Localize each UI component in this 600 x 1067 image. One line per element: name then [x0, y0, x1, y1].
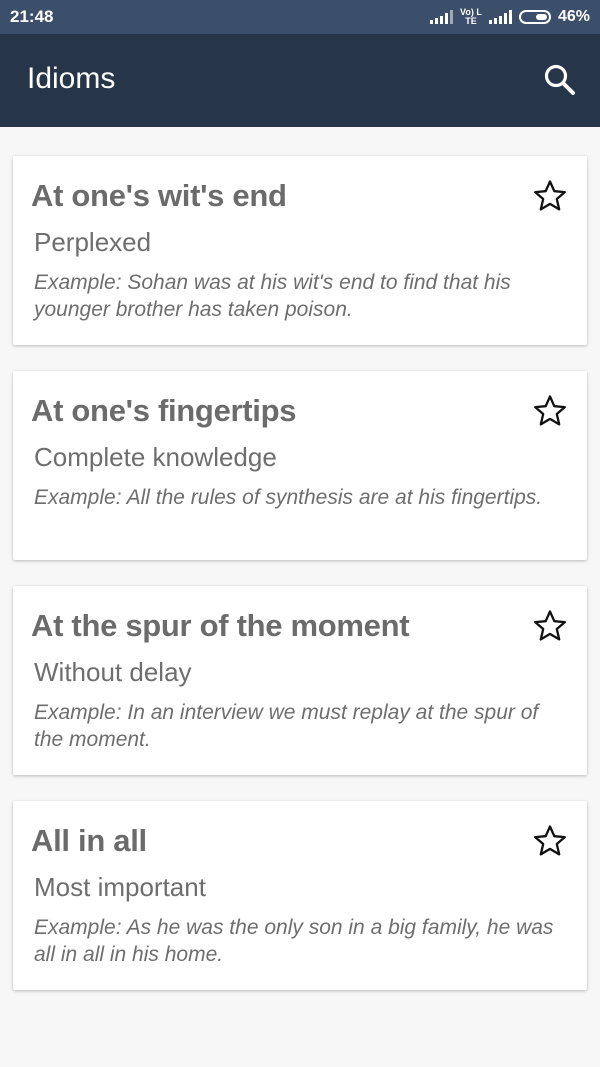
idiom-example: Example: All the rules of synthesis are …	[34, 486, 543, 509]
idiom-phrase: At one's fingertips	[31, 393, 297, 428]
idiom-example: Example: As he was the only son in a big…	[34, 916, 554, 966]
idiom-example: Example: In an interview we must replay …	[34, 701, 539, 751]
favorite-star-icon[interactable]	[533, 609, 567, 643]
idiom-phrase: All in all	[31, 823, 147, 858]
page-title: Idioms	[27, 62, 116, 95]
volte-label: Vo) LTE	[460, 8, 482, 26]
idiom-phrase: At one's wit's end	[31, 178, 287, 213]
idiom-card[interactable]: All in all Most important Example: As he…	[13, 801, 587, 990]
battery-percent: 46%	[557, 8, 590, 25]
status-time: 21:48	[10, 7, 54, 26]
idiom-card[interactable]: At one's wit's end Perplexed Example: So…	[13, 156, 587, 345]
idiom-list: At one's wit's end Perplexed Example: So…	[13, 156, 587, 1016]
idiom-phrase: At the spur of the moment	[31, 608, 410, 643]
signal-icon-2	[488, 10, 512, 24]
idiom-meaning: Most important	[34, 872, 206, 902]
idiom-meaning: Perplexed	[34, 227, 152, 257]
favorite-star-icon[interactable]	[533, 394, 567, 428]
idiom-meaning: Without delay	[34, 657, 192, 687]
signal-icon	[429, 10, 453, 24]
idiom-example: Example: Sohan was at his wit's end to f…	[34, 271, 511, 321]
status-bar: 21:48 Vo) LTE 46%	[0, 0, 600, 34]
idiom-meaning: Complete knowledge	[34, 442, 277, 472]
status-indicators: Vo) LTE 46%	[429, 4, 590, 30]
idiom-card[interactable]: At one's fingertips Complete knowledge E…	[13, 371, 587, 560]
app-bar: Idioms	[0, 34, 600, 127]
idiom-card[interactable]: At the spur of the moment Without delay …	[13, 586, 587, 775]
volte-text: Vo) LTE	[460, 7, 482, 26]
battery-fill	[535, 14, 547, 20]
favorite-star-icon[interactable]	[533, 179, 567, 213]
search-icon[interactable]	[542, 62, 578, 98]
battery-icon	[518, 10, 551, 24]
favorite-star-icon[interactable]	[533, 824, 567, 858]
